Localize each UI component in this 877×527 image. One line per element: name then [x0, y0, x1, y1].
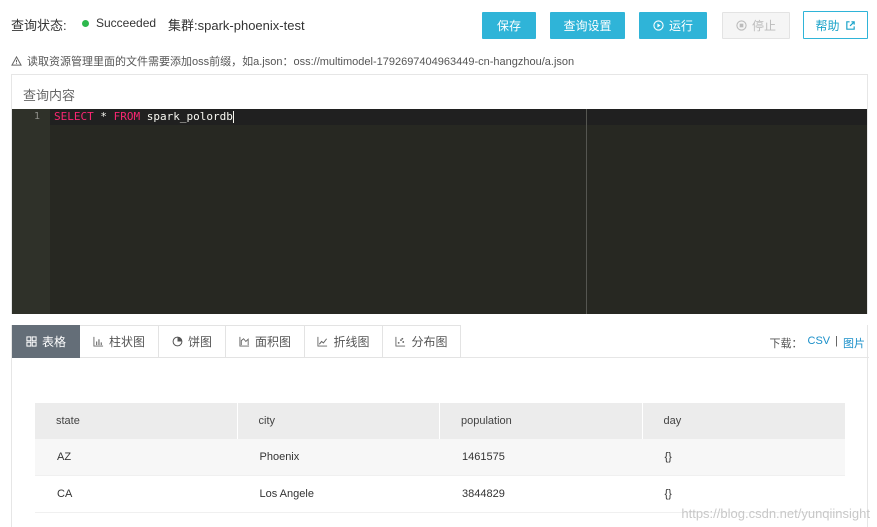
stop-circle-icon [736, 20, 747, 31]
download-image-link[interactable]: 图片 [843, 335, 865, 351]
tab-line-chart[interactable]: 折线图 [305, 325, 383, 358]
editor-gutter: 1 [12, 109, 50, 314]
stop-button[interactable]: 停止 [722, 12, 790, 39]
keyword-from: FROM [113, 110, 141, 123]
table-cell: Phoenix [259, 451, 300, 463]
sql-code-line[interactable]: SELECT * FROM spark_polordb [54, 110, 234, 124]
tab-area-chart-label: 面积图 [254, 335, 291, 349]
stop-button-label: 停止 [751, 19, 776, 33]
table-cell: CA [57, 488, 73, 500]
pie-chart-icon [172, 336, 183, 347]
notice-text: 读取资源管理里面的文件需要添加oss前缀，如a.json：oss://multi… [27, 56, 575, 68]
column-header-city[interactable]: city [238, 403, 440, 439]
status-success-dot [82, 20, 89, 27]
help-button-label: 帮助 [815, 18, 840, 33]
warning-icon [11, 56, 22, 66]
tabs-divider [461, 357, 869, 358]
column-header-day[interactable]: day [643, 403, 846, 439]
table-cell: Los Angele [259, 488, 314, 500]
sql-editor[interactable]: 1 SELECT * FROM spark_polordb [12, 109, 867, 314]
help-button[interactable]: 帮助 [803, 11, 868, 39]
download-separator: | [835, 335, 838, 347]
table-grid-icon [26, 336, 37, 347]
tab-scatter-chart[interactable]: 分布图 [383, 325, 461, 358]
line-chart-icon [317, 336, 328, 347]
query-content-panel: 查询内容 1 SELECT * FROM spark_polordb [11, 74, 868, 314]
tab-pie-chart[interactable]: 饼图 [159, 325, 226, 358]
query-content-title: 查询内容 [23, 88, 76, 103]
table-cell: {} [664, 451, 672, 463]
tab-table-label: 表格 [41, 335, 66, 349]
query-settings-button-label: 查询设置 [563, 19, 612, 33]
tab-scatter-chart-label: 分布图 [411, 335, 448, 349]
scatter-chart-icon [395, 336, 406, 347]
line-number: 1 [33, 111, 40, 122]
save-button-label: 保存 [496, 19, 521, 33]
table-header-row: state city population day [35, 403, 845, 439]
results-panel: 表格 柱状图 饼图 面积图 折线图 分布图 下载： CSV | 图片 state… [11, 325, 869, 527]
external-link-icon [845, 20, 855, 30]
print-margin [586, 109, 587, 314]
tab-bar-chart[interactable]: 柱状图 [80, 325, 159, 358]
play-circle-icon [653, 20, 664, 31]
table-cell: 1461575 [462, 451, 505, 463]
table-row: AZ Phoenix 1461575 {} [35, 439, 845, 476]
run-button[interactable]: 运行 [639, 12, 707, 39]
results-table: state city population day AZ Phoenix 146… [35, 403, 845, 513]
area-chart-icon [239, 336, 250, 347]
cluster-name: 集群:spark-phoenix-test [168, 18, 305, 33]
run-button-label: 运行 [668, 19, 693, 33]
watermark: https://blog.csdn.net/yunqiinsight [681, 506, 870, 521]
keyword-select: SELECT [54, 110, 94, 123]
tab-bar-chart-label: 柱状图 [108, 335, 145, 349]
chart-type-tabs: 表格 柱状图 饼图 面积图 折线图 分布图 [12, 325, 461, 358]
download-links: 下载： CSV | 图片 [770, 335, 865, 351]
oss-prefix-notice: 读取资源管理里面的文件需要添加oss前缀，如a.json：oss://multi… [11, 53, 574, 69]
table-identifier: spark_polordb [140, 110, 233, 123]
save-button[interactable]: 保存 [482, 12, 536, 39]
tab-line-chart-label: 折线图 [333, 335, 370, 349]
text-cursor [232, 111, 234, 123]
tab-table[interactable]: 表格 [12, 325, 80, 358]
download-csv-link[interactable]: CSV [808, 335, 831, 351]
tab-pie-chart-label: 饼图 [187, 335, 212, 349]
status-value: Succeeded [96, 16, 157, 30]
bar-chart-icon [93, 336, 104, 347]
column-header-population[interactable]: population [440, 403, 643, 439]
download-label: 下载： [769, 338, 803, 350]
table-cell: 3844829 [462, 488, 505, 500]
query-header: 查询状态: Succeeded 集群:spark-phoenix-test 保存… [0, 0, 877, 48]
column-header-state[interactable]: state [35, 403, 238, 439]
select-star: * [93, 110, 114, 123]
status-label: 查询状态: [11, 18, 67, 33]
tab-area-chart[interactable]: 面积图 [226, 325, 305, 358]
table-cell: AZ [57, 451, 72, 463]
query-settings-button[interactable]: 查询设置 [550, 12, 625, 39]
